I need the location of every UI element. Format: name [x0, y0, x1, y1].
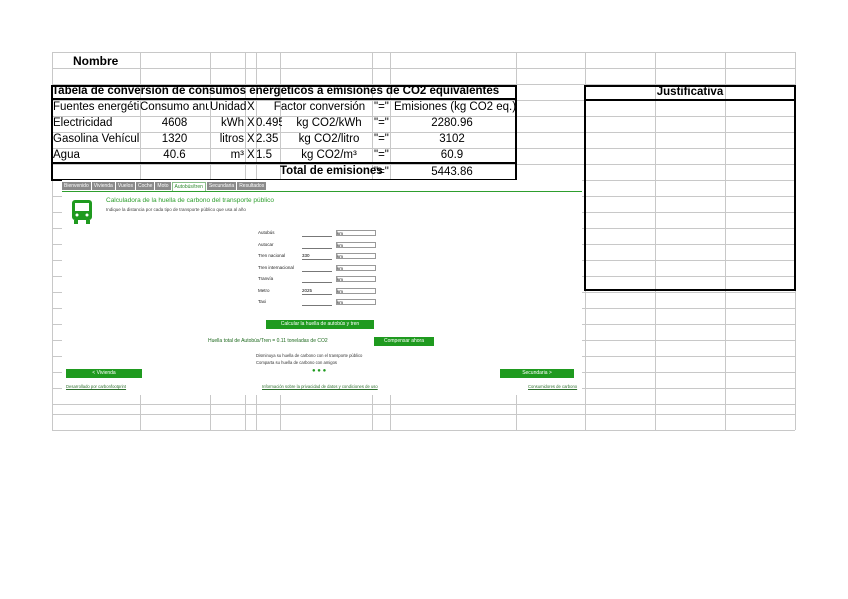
calculator-tab[interactable]: Vivienda — [91, 182, 115, 190]
next-button[interactable]: Secundaria > — [500, 369, 574, 378]
row-cell-factor[interactable]: 2.35 — [256, 133, 282, 145]
calculator-tab[interactable]: Coche — [135, 182, 155, 190]
unit-select[interactable]: km — [336, 230, 376, 236]
row-cell-source[interactable]: Gasolina Vehículo — [53, 133, 139, 145]
footer-left-link[interactable]: Desarrollado por carbonfootprint — [66, 384, 126, 389]
field-label: Tren internacional — [258, 264, 294, 270]
distance-input[interactable] — [302, 265, 332, 272]
grid-row-line — [52, 404, 795, 405]
row-cell-factor[interactable]: 1.5 — [256, 149, 282, 161]
row-cell-emissions[interactable]: 60.9 — [390, 149, 514, 161]
justification-label: Justificativa — [656, 86, 724, 98]
field-label: Tranvía — [258, 276, 274, 281]
row-cell-factor-unit[interactable]: kg CO2/kWh — [284, 117, 374, 129]
footer-privacy-link[interactable]: Información sobre la privacidad de datos… — [262, 384, 378, 389]
distance-input[interactable] — [302, 299, 332, 306]
field-label: Metro — [258, 287, 270, 293]
field-label: Autobús — [258, 230, 275, 235]
previous-button[interactable]: < Vivienda — [66, 369, 142, 378]
header-source: Fuentes energétic — [53, 101, 139, 113]
row-cell-unit[interactable]: litros — [210, 133, 244, 145]
result-text: Huella total de Autobús/Tren = 0.11 tone… — [208, 338, 328, 344]
calculator-tab[interactable]: Vuelos — [115, 182, 135, 190]
calculate-button[interactable]: Calcular la huella de autobús y tren — [266, 320, 374, 329]
row-cell-eq[interactable]: "=" — [374, 117, 390, 129]
calculator-tab[interactable]: Autobús/tren — [171, 182, 206, 191]
row-cell-unit[interactable]: kWh — [210, 117, 244, 129]
distance-input[interactable]: 330 — [302, 253, 332, 260]
row-cell-source[interactable]: Agua — [53, 149, 139, 161]
field-label: Tren nacional — [258, 253, 286, 258]
field-label: Autocar — [258, 241, 274, 247]
carbon-calculator-panel: Bienvenido Vivienda Vuelos Coche Moto Autobús… — [62, 180, 582, 395]
row-cell-emissions[interactable]: 2280.96 — [390, 117, 514, 129]
distance-input[interactable] — [302, 230, 332, 237]
field-label: Taxi — [258, 299, 267, 304]
row-cell-factor-unit[interactable]: kg CO2/litro — [284, 133, 374, 145]
name-label: Nombre — [73, 54, 119, 68]
row-cell-consumption[interactable]: 4608 — [140, 117, 209, 129]
calculator-title: Calculadora de la huella de carbono del … — [106, 197, 275, 204]
row-cell-consumption[interactable]: 1320 — [140, 133, 209, 145]
distance-input[interactable] — [302, 276, 332, 283]
row-cell-eq[interactable]: "=" — [374, 149, 390, 161]
bus-icon — [72, 200, 92, 224]
row-cell-source[interactable]: Electricidad — [53, 117, 139, 129]
unit-select[interactable]: km — [336, 276, 376, 282]
header-consumption: Consumo anual — [140, 101, 209, 113]
calculator-tab[interactable]: Moto — [155, 182, 171, 190]
distance-input[interactable] — [302, 242, 332, 249]
header-eq: "=" — [374, 101, 389, 113]
grid-row-line — [52, 414, 795, 415]
unit-select[interactable]: km — [336, 253, 376, 259]
note-1: Disminuya su huella de carbono con el tr… — [256, 353, 363, 358]
calculator-tab[interactable]: Secundaria — [206, 182, 237, 190]
unit-select[interactable]: km — [336, 299, 376, 305]
calculator-subtitle: Indique la distancia por cada tipo de tr… — [106, 207, 246, 212]
table-title: Tabela de conversión de consumos energét… — [52, 85, 500, 97]
row-cell-eq[interactable]: "=" — [374, 133, 390, 145]
grid-row-line — [52, 52, 795, 53]
grid-row-line — [52, 430, 795, 431]
row-cell-factor-unit[interactable]: kg CO2/m³ — [284, 149, 374, 161]
calculator-tab[interactable]: Bienvenido — [62, 182, 91, 190]
total-label: Total de emisiones — [280, 165, 383, 177]
row-cell-factor[interactable]: 0.495 — [256, 117, 282, 129]
offset-button[interactable]: Compensar ahora — [374, 337, 434, 346]
total-eq: "=" — [374, 166, 389, 178]
note-2: Comparta su huella de carbono con amigos — [256, 360, 338, 365]
grid-row-line — [52, 68, 795, 69]
unit-select[interactable]: km — [336, 264, 376, 271]
unit-select[interactable]: km — [336, 287, 376, 294]
header-unit: Unidad — [210, 101, 247, 113]
header-x: X — [247, 101, 255, 113]
distance-input[interactable]: 2025 — [302, 288, 332, 295]
header-emissions: Emisiones (kg CO2 eq.) — [394, 101, 517, 113]
header-factor: Factor conversión — [273, 101, 366, 113]
justification-box[interactable] — [584, 85, 796, 291]
footer-right-link[interactable]: Consumidores de carbono — [528, 384, 577, 389]
share-icons[interactable]: ● ● ● — [312, 368, 326, 374]
row-cell-consumption[interactable]: 40.6 — [140, 149, 209, 161]
unit-select[interactable]: km — [336, 241, 376, 248]
total-value: 5443.86 — [431, 166, 473, 178]
calculator-tab[interactable]: Resultados — [237, 182, 267, 190]
row-cell-unit[interactable]: m³ — [210, 149, 244, 161]
row-cell-emissions[interactable]: 3102 — [390, 133, 514, 145]
